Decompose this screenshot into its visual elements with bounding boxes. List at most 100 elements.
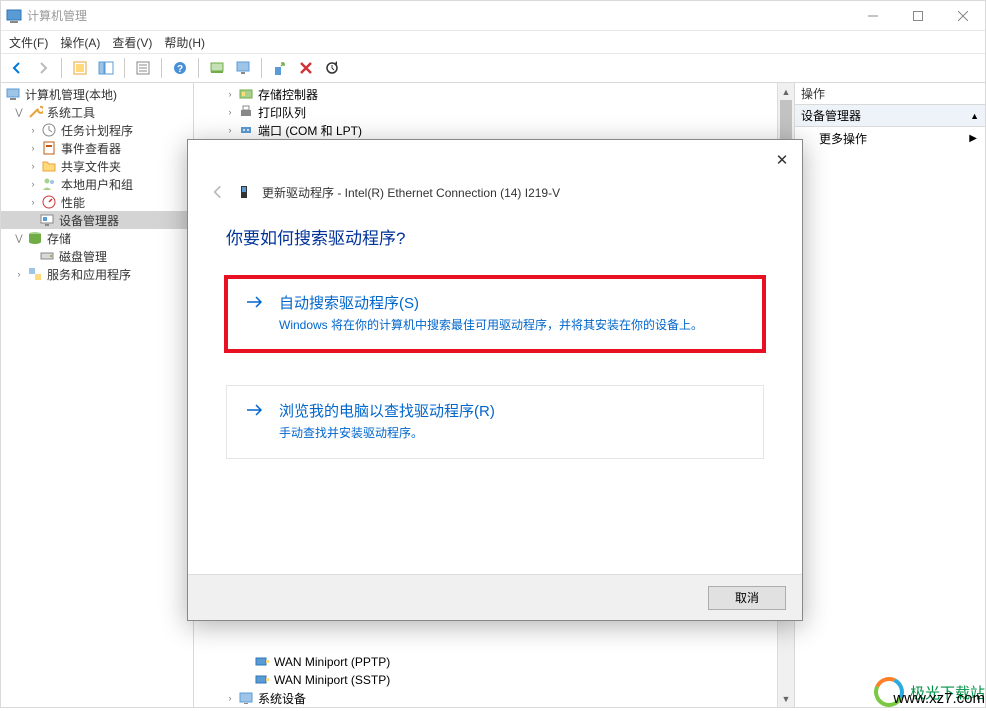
- device-category[interactable]: › 打印队列: [194, 103, 794, 121]
- device-label: 端口 (COM 和 LPT): [258, 122, 362, 139]
- minimize-button[interactable]: [850, 1, 895, 31]
- tree-label: 事件查看器: [61, 140, 121, 157]
- system-device-icon: [238, 690, 254, 706]
- expand-icon[interactable]: ›: [27, 124, 39, 136]
- device-label: 系统设备: [258, 690, 306, 707]
- actions-more[interactable]: 更多操作 ▶: [795, 127, 985, 149]
- update-driver-dialog: ✕ 更新驱动程序 - Intel(R) Ethernet Connection …: [187, 139, 803, 621]
- forward-button[interactable]: [32, 57, 54, 79]
- tree-label: 性能: [61, 194, 85, 211]
- cancel-button[interactable]: 取消: [708, 586, 786, 610]
- tb-properties-icon[interactable]: [132, 57, 154, 79]
- disk-icon: [39, 248, 55, 264]
- expand-icon[interactable]: ›: [224, 124, 236, 136]
- menubar: 文件(F) 操作(A) 查看(V) 帮助(H): [1, 31, 985, 53]
- tree-label: 本地用户和组: [61, 176, 133, 193]
- device-category[interactable]: › 系统设备: [194, 689, 777, 707]
- port-icon: [238, 122, 254, 138]
- window-title: 计算机管理: [27, 7, 850, 24]
- expand-icon[interactable]: ›: [27, 160, 39, 172]
- dialog-close-button[interactable]: ✕: [770, 148, 794, 172]
- expand-icon[interactable]: ›: [27, 142, 39, 154]
- arrow-right-icon: [245, 292, 265, 312]
- maximize-button[interactable]: [895, 1, 940, 31]
- arrow-right-icon: [245, 400, 265, 420]
- back-button[interactable]: [6, 57, 28, 79]
- dialog-back-button[interactable]: [206, 180, 230, 204]
- option-browse-computer[interactable]: 浏览我的电脑以查找驱动程序(R) 手动查找并安装驱动程序。: [226, 385, 764, 459]
- network-adapter-icon: [254, 672, 270, 688]
- tree-storage[interactable]: ⋁ 存储: [1, 229, 193, 247]
- tree-label: 共享文件夹: [61, 158, 121, 175]
- tree-label: 服务和应用程序: [47, 266, 131, 283]
- svg-text:?: ?: [177, 64, 183, 75]
- tree-event-viewer[interactable]: › 事件查看器: [1, 139, 193, 157]
- tree-services-apps[interactable]: › 服务和应用程序: [1, 265, 193, 283]
- device-category[interactable]: › 存储控制器: [194, 85, 794, 103]
- services-icon: [27, 266, 43, 282]
- tree-root[interactable]: 计算机管理(本地): [1, 85, 193, 103]
- tb-delete-icon[interactable]: [295, 57, 317, 79]
- tb-icon-3[interactable]: [206, 57, 228, 79]
- tb-scan-icon[interactable]: [269, 57, 291, 79]
- titlebar: 计算机管理: [1, 1, 985, 31]
- tree-label: 磁盘管理: [59, 248, 107, 265]
- scroll-down-icon[interactable]: ▼: [778, 690, 794, 707]
- close-button[interactable]: [940, 1, 985, 31]
- tb-icon-1[interactable]: [69, 57, 91, 79]
- device-category[interactable]: › 端口 (COM 和 LPT): [194, 121, 794, 139]
- device-label: WAN Miniport (SSTP): [274, 673, 390, 687]
- scroll-up-icon[interactable]: ▲: [778, 83, 794, 100]
- device-label: 打印队列: [258, 104, 306, 121]
- tree-system-tools[interactable]: ⋁ 系统工具: [1, 103, 193, 121]
- expand-icon[interactable]: ›: [27, 178, 39, 190]
- device-label: WAN Miniport (PPTP): [274, 655, 390, 669]
- tree-disk-mgmt[interactable]: 磁盘管理: [1, 247, 193, 265]
- submenu-arrow-icon: ▶: [969, 133, 977, 144]
- folder-icon: [41, 158, 57, 174]
- device-label: 存储控制器: [258, 86, 318, 103]
- actions-section[interactable]: 设备管理器 ▲: [795, 105, 985, 127]
- tree-label: 设备管理器: [59, 212, 119, 229]
- menu-action[interactable]: 操作(A): [60, 34, 100, 51]
- tree-device-manager[interactable]: 设备管理器: [1, 211, 193, 229]
- actions-section-label: 设备管理器: [801, 107, 861, 124]
- device-icon: [238, 184, 254, 200]
- collapse-icon[interactable]: ⋁: [13, 106, 25, 118]
- tree-label: 计算机管理(本地): [25, 86, 117, 103]
- device-item[interactable]: WAN Miniport (PPTP): [194, 653, 777, 671]
- menu-view[interactable]: 查看(V): [112, 34, 152, 51]
- storage-controller-icon: [238, 86, 254, 102]
- option-description: Windows 将在你的计算机中搜索最佳可用驱动程序，并将其安装在你的设备上。: [279, 317, 745, 334]
- option-title: 浏览我的电脑以查找驱动程序(R): [279, 400, 745, 421]
- expand-icon[interactable]: ›: [27, 196, 39, 208]
- tree-label: 系统工具: [47, 104, 95, 121]
- option-description: 手动查找并安装驱动程序。: [279, 425, 745, 442]
- dialog-title: 更新驱动程序 - Intel(R) Ethernet Connection (1…: [262, 184, 560, 201]
- watermark-url: www.xz7.com: [893, 690, 985, 707]
- expand-icon[interactable]: ›: [13, 268, 25, 280]
- actions-panel: 操作 设备管理器 ▲ 更多操作 ▶: [795, 83, 985, 707]
- computer-icon: [5, 86, 21, 102]
- tb-icon-2[interactable]: [95, 57, 117, 79]
- expand-icon[interactable]: ›: [224, 692, 236, 704]
- actions-item-label: 更多操作: [819, 130, 867, 147]
- device-item[interactable]: WAN Miniport (SSTP): [194, 671, 777, 689]
- collapse-icon[interactable]: ⋁: [13, 232, 25, 244]
- performance-icon: [41, 194, 57, 210]
- expand-icon[interactable]: ›: [224, 106, 236, 118]
- tree-performance[interactable]: › 性能: [1, 193, 193, 211]
- menu-file[interactable]: 文件(F): [9, 34, 48, 51]
- tb-help-icon[interactable]: ?: [169, 57, 191, 79]
- clock-icon: [41, 122, 57, 138]
- tb-update-icon[interactable]: [321, 57, 343, 79]
- option-auto-search[interactable]: 自动搜索驱动程序(S) Windows 将在你的计算机中搜索最佳可用驱动程序，并…: [226, 277, 764, 351]
- option-title: 自动搜索驱动程序(S): [279, 292, 745, 313]
- expand-icon[interactable]: ›: [224, 88, 236, 100]
- tb-monitor-icon[interactable]: [232, 57, 254, 79]
- tools-icon: [27, 104, 43, 120]
- tree-shared-folders[interactable]: › 共享文件夹: [1, 157, 193, 175]
- tree-local-users[interactable]: › 本地用户和组: [1, 175, 193, 193]
- tree-task-scheduler[interactable]: › 任务计划程序: [1, 121, 193, 139]
- menu-help[interactable]: 帮助(H): [164, 34, 205, 51]
